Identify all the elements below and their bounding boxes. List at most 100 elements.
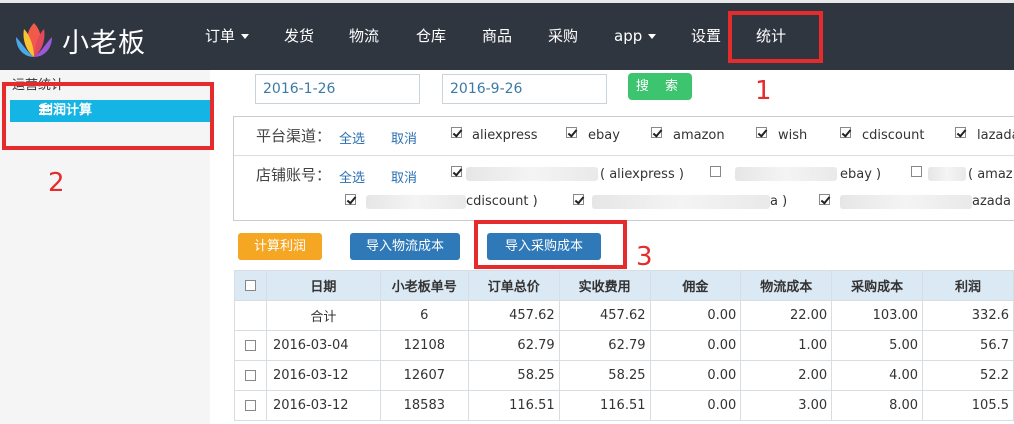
- table-cell: 1.00: [740, 330, 833, 361]
- table-cell: 105.5: [922, 390, 1014, 421]
- table-header-row: 日期 小老板单号 订单总价 实收费用 佣金 物流成本 采购成本 利润: [234, 270, 1014, 301]
- column-header[interactable]: 物流成本: [740, 270, 833, 301]
- store-checkbox[interactable]: [710, 166, 721, 177]
- table-cell: 2016-03-12: [265, 390, 381, 421]
- redacted-store-name: [366, 195, 466, 209]
- platform-checkbox-cdiscount[interactable]: [840, 127, 851, 138]
- table-cell: 2.00: [740, 360, 833, 391]
- column-header[interactable]: 利润: [922, 270, 1014, 301]
- annotation-box-3: [474, 220, 627, 269]
- column-header[interactable]: 订单总价: [467, 270, 560, 301]
- nav-shipping[interactable]: 发货: [284, 3, 314, 70]
- store-checkbox[interactable]: [345, 194, 356, 205]
- table-cell: 58.25: [467, 360, 560, 391]
- table-cell: 62.79: [558, 330, 651, 361]
- nav-app[interactable]: app: [614, 3, 657, 70]
- redacted-store-name: [466, 167, 598, 181]
- store-name: ( amaz: [968, 167, 1013, 182]
- search-button[interactable]: 搜 索: [628, 73, 692, 100]
- table-cell: 2016-03-12: [265, 360, 381, 391]
- table-row: 2016-03-04 12108 62.79 62.79 0.00 1.00 5…: [234, 330, 1014, 361]
- table-cell[interactable]: 18583: [379, 390, 469, 421]
- caret-down-icon: [648, 34, 657, 39]
- platform-select-all-link[interactable]: 全选: [339, 128, 365, 147]
- annotation-number-3: 3: [636, 242, 653, 272]
- platform-checkbox-amazon[interactable]: [651, 127, 662, 138]
- store-name: azada: [972, 194, 1011, 209]
- redacted-store-name: [592, 195, 770, 209]
- column-header[interactable]: 佣金: [649, 270, 742, 301]
- column-header[interactable]: 日期: [265, 270, 381, 301]
- platform-checkbox-ebay[interactable]: [566, 127, 577, 138]
- store-checkbox[interactable]: [819, 194, 830, 205]
- brand-name: 小老板: [62, 28, 146, 59]
- platform-name: ebay: [588, 128, 620, 143]
- store-name: ebay ): [840, 167, 882, 182]
- nav-settings[interactable]: 设置: [691, 3, 721, 70]
- table-cell: 56.7: [922, 330, 1014, 361]
- table-cell: 0.00: [649, 330, 742, 361]
- select-all-checkbox[interactable]: [244, 280, 256, 291]
- table-cell: 22.00: [740, 300, 833, 331]
- table-cell: 52.2: [922, 360, 1014, 391]
- redacted-store-name: [928, 167, 966, 181]
- platform-checkbox-aliexpress[interactable]: [451, 127, 462, 138]
- annotation-number-1: 1: [755, 76, 772, 106]
- table-cell: 4.00: [831, 360, 924, 391]
- calculate-profit-button[interactable]: 计算利润: [238, 233, 322, 260]
- redacted-store-name: [735, 167, 837, 181]
- column-header[interactable]: 小老板单号: [379, 270, 469, 301]
- table-cell: [234, 330, 267, 361]
- table-cell[interactable]: 12108: [379, 330, 469, 361]
- table-cell: 8.00: [831, 390, 924, 421]
- table-cell: 0.00: [649, 300, 742, 331]
- import-logistics-cost-button[interactable]: 导入物流成本: [350, 233, 460, 260]
- store-checkbox[interactable]: [911, 166, 922, 177]
- row-checkbox[interactable]: [244, 370, 256, 381]
- column-header[interactable]: 采购成本: [831, 270, 924, 301]
- platform-checkbox-wish[interactable]: [756, 127, 767, 138]
- nav-logistics[interactable]: 物流: [349, 3, 379, 70]
- table-cell: 2016-03-04: [265, 330, 381, 361]
- store-select-all-link[interactable]: 全选: [339, 167, 365, 186]
- table-row: 2016-03-12 18583 116.51 116.51 0.00 3.00…: [234, 390, 1014, 421]
- lotus-logo-icon: [16, 23, 52, 57]
- table-cell: 6: [379, 300, 469, 331]
- top-navbar: 小老板 订单 发货 物流 仓库 商品 采购 app 设置 统计: [0, 0, 1014, 70]
- platform-name: lazada: [977, 128, 1014, 143]
- table-cell: [234, 360, 267, 391]
- table-cell: 62.79: [467, 330, 560, 361]
- platform-checkbox-lazada[interactable]: [955, 127, 966, 138]
- nav-orders[interactable]: 订单: [205, 3, 250, 70]
- store-name: cdiscount ): [466, 194, 538, 209]
- platform-name: amazon: [673, 128, 725, 143]
- platform-label: 平台渠道：: [256, 127, 332, 145]
- store-checkbox[interactable]: [573, 194, 584, 205]
- platform-cancel-link[interactable]: 取消: [391, 128, 417, 147]
- redacted-store-name: [840, 195, 972, 209]
- store-cancel-link[interactable]: 取消: [391, 167, 417, 186]
- table-cell: 457.62: [558, 300, 651, 331]
- store-label: 店铺账号：: [256, 166, 332, 184]
- profit-table: 日期 小老板单号 订单总价 实收费用 佣金 物流成本 采购成本 利润 合计 6 …: [234, 270, 1014, 421]
- annotation-box-1: [728, 11, 823, 63]
- table-cell: 457.62: [467, 300, 560, 331]
- row-checkbox[interactable]: [244, 340, 256, 351]
- end-date-input[interactable]: 2016-9-26: [442, 74, 607, 104]
- caret-down-icon: [241, 34, 250, 39]
- table-cell[interactable]: 12607: [379, 360, 469, 391]
- table-cell: 116.51: [467, 390, 560, 421]
- filter-divider: [234, 155, 1014, 156]
- nav-warehouse[interactable]: 仓库: [416, 3, 446, 70]
- start-date-input[interactable]: 2016-1-26: [255, 74, 420, 104]
- nav-purchasing[interactable]: 采购: [548, 3, 578, 70]
- table-cell: 3.00: [740, 390, 833, 421]
- table-cell: 332.6: [922, 300, 1014, 331]
- row-checkbox[interactable]: [244, 400, 256, 411]
- column-header[interactable]: 实收费用: [558, 270, 651, 301]
- store-checkbox[interactable]: [451, 166, 462, 177]
- table-cell: [234, 300, 267, 331]
- table-cell: 116.51: [558, 390, 651, 421]
- nav-products[interactable]: 商品: [482, 3, 512, 70]
- platform-name: wish: [778, 128, 808, 143]
